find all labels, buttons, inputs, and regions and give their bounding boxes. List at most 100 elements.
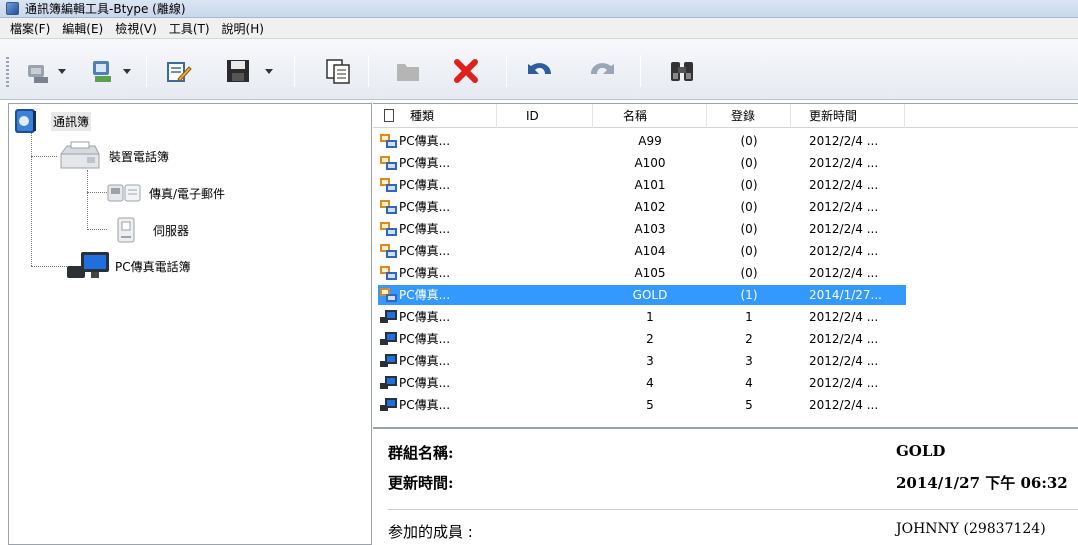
column-header-entries[interactable]: 登錄: [707, 104, 791, 128]
dropdown-arrow-icon[interactable]: [58, 68, 66, 74]
cell-updated: 2012/2/4 ...: [809, 310, 879, 324]
tree-item-label: 通訊簿: [51, 111, 92, 131]
cell-type: PC傳真...: [399, 310, 451, 324]
group-add-icon: [28, 65, 48, 83]
column-header-type[interactable]: 種類: [373, 104, 497, 128]
table-row[interactable]: PC傳真... 2 2 2012/2/4 ...: [373, 328, 1078, 350]
list-header: 種類 ID 名稱 登錄 更新時間: [373, 104, 1078, 128]
menu-view[interactable]: 檢視(V): [109, 20, 163, 37]
table-row[interactable]: PC傳真... A100 (0) 2012/2/4 ...: [373, 152, 1078, 174]
toolbar-grip[interactable]: [6, 57, 9, 87]
dropdown-arrow-icon[interactable]: [123, 68, 131, 74]
cell-updated: 2012/2/4 ...: [809, 332, 879, 346]
undo-button[interactable]: [518, 55, 562, 87]
delete-button[interactable]: [446, 55, 486, 87]
find-icon: [671, 62, 693, 81]
title-bar[interactable]: 通訊簿編輯工具-Btype (離線): [0, 0, 1078, 18]
tree-item-label: 傳真/電子郵件: [149, 186, 226, 201]
cell-type: PC傳真...: [399, 178, 451, 192]
dropdown-arrow-icon[interactable]: [265, 68, 273, 74]
cell-name: A104: [634, 244, 666, 258]
cell-entries: (0): [740, 266, 758, 280]
menu-bar: 檔案(F) 編輯(E) 檢視(V) 工具(T) 說明(H): [0, 18, 1078, 39]
table-row[interactable]: PC傳真... 4 4 2012/2/4 ...: [373, 372, 1078, 394]
address-book-icon: [15, 109, 36, 133]
cell-name: A101: [634, 178, 666, 192]
toolbar-separator: [640, 55, 641, 87]
group-icon: [380, 222, 397, 236]
column-header-name[interactable]: 名稱: [593, 104, 707, 128]
cell-id: [497, 174, 593, 196]
details-divider: [388, 509, 1078, 510]
cell-entries: 2: [745, 332, 753, 346]
group-icon: [380, 156, 397, 170]
folder-button[interactable]: [388, 55, 428, 87]
copy-button[interactable]: [318, 55, 358, 87]
table-row[interactable]: PC傳真... A104 (0) 2012/2/4 ...: [373, 240, 1078, 262]
cell-name: 4: [646, 376, 654, 390]
group-new-icon: [93, 61, 111, 82]
cell-type: PC傳真...: [399, 288, 451, 302]
menu-file[interactable]: 檔案(F): [4, 20, 56, 37]
column-header-updated[interactable]: 更新時間: [791, 104, 905, 128]
cell-updated: 2012/2/4 ...: [809, 244, 879, 258]
address-book-tree[interactable]: 通訊簿 裝置電話簿 傳真/電子郵件 伺服器 PC傳真電話簿: [8, 103, 372, 545]
group-icon: [380, 244, 397, 258]
cell-name: 5: [646, 398, 654, 412]
menu-tools[interactable]: 工具(T): [163, 20, 216, 37]
cell-updated: 2012/2/4 ...: [809, 178, 879, 192]
toolbar-separator: [146, 55, 147, 87]
table-row[interactable]: PC傳真... A102 (0) 2012/2/4 ...: [373, 196, 1078, 218]
table-row[interactable]: PC傳真... A105 (0) 2012/2/4 ...: [373, 262, 1078, 284]
cell-updated: 2012/2/4 ...: [809, 156, 879, 170]
table-row[interactable]: PC傳真... A101 (0) 2012/2/4 ...: [373, 174, 1078, 196]
group-icon: [380, 200, 397, 214]
cell-name: A100: [634, 156, 666, 170]
cell-name: 3: [646, 354, 654, 368]
menu-edit[interactable]: 編輯(E): [56, 20, 109, 37]
tree-item-pc-fax-book[interactable]: PC傳真電話簿: [65, 250, 191, 282]
edit-button[interactable]: [158, 55, 198, 87]
contact-icon: [380, 310, 397, 323]
details-pane: 群組名稱: GOLD 更新時間: 2014/1/27 下午 06:32 参加的成…: [373, 427, 1078, 545]
edit-icon: [167, 62, 192, 82]
tree-item-device-book[interactable]: 裝置電話簿: [57, 140, 169, 172]
redo-button[interactable]: [580, 55, 624, 87]
cell-updated: 2014/1/27...: [809, 288, 882, 302]
cell-name: A105: [634, 266, 666, 280]
table-row[interactable]: PC傳真... GOLD (1) 2014/1/27...: [373, 284, 1078, 306]
cell-updated: 2012/2/4 ...: [809, 266, 879, 280]
group-name-label: 群組名稱:: [388, 444, 454, 462]
find-button[interactable]: [662, 55, 702, 87]
redo-icon: [591, 63, 614, 74]
column-header-id[interactable]: ID: [497, 104, 593, 128]
new-group-button[interactable]: [84, 55, 136, 87]
table-row[interactable]: PC傳真... A99 (0) 2012/2/4 ...: [373, 130, 1078, 152]
table-row[interactable]: PC傳真... 3 3 2012/2/4 ...: [373, 350, 1078, 372]
tree-connector: [87, 170, 88, 230]
entry-list[interactable]: 種類 ID 名稱 登錄 更新時間 PC傳真... A99 (0) 2012/2/4 .…: [373, 103, 1078, 427]
cell-id: [497, 218, 593, 240]
cell-type: PC傳真...: [399, 134, 451, 148]
tree-item-address-book[interactable]: 通訊簿: [11, 108, 92, 134]
undo-icon: [528, 63, 551, 74]
tree-connector: [87, 229, 107, 230]
cell-entries: (0): [740, 134, 758, 148]
save-button[interactable]: [214, 55, 284, 87]
toolbar: [0, 39, 1078, 100]
table-row[interactable]: PC傳真... A103 (0) 2012/2/4 ...: [373, 218, 1078, 240]
cell-type: PC傳真...: [399, 354, 451, 368]
add-group-button[interactable]: [20, 55, 70, 87]
tree-item-server[interactable]: 伺服器: [115, 216, 189, 244]
table-row[interactable]: PC傳真... 1 1 2012/2/4 ...: [373, 306, 1078, 328]
tree-item-label: 伺服器: [153, 223, 190, 238]
cell-id: [497, 196, 593, 218]
cell-id: [497, 394, 593, 416]
tree-item-fax-email[interactable]: 傳真/電子郵件: [107, 182, 225, 204]
table-row[interactable]: PC傳真... 5 5 2012/2/4 ...: [373, 394, 1078, 416]
server-icon: [117, 217, 135, 243]
tree-connector: [87, 192, 107, 193]
members-value: JOHNNY (29837124): [896, 521, 1046, 537]
cell-entries: (1): [740, 288, 758, 302]
menu-help[interactable]: 說明(H): [216, 20, 270, 37]
